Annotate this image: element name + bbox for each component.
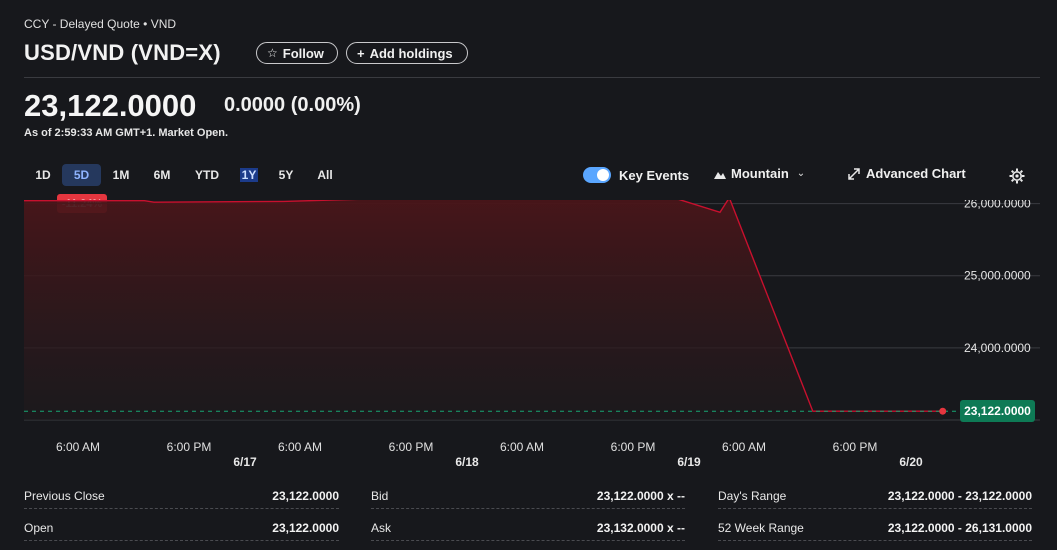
x-tick-label: 6:00 PM [389, 440, 434, 454]
advanced-chart-label: Advanced Chart [866, 166, 966, 181]
y-tick-label: 26,000.0000 [964, 200, 1031, 211]
stat-value: 23,122.0000 x -- [596, 489, 685, 503]
price-chart[interactable]: 26,000.0000 25,000.0000 24,000.0000 6:00 A… [0, 200, 1057, 472]
stat-open: Open 23,122.0000 [24, 516, 339, 541]
stat-52-week-range: 52 Week Range 23,122.0000 - 26,131.0000 [718, 516, 1032, 541]
x-date-label: 6/20 [899, 455, 923, 469]
x-tick-label: 6:00 PM [611, 440, 656, 454]
price-area [24, 200, 943, 420]
stat-label: Day's Range [718, 489, 787, 503]
last-price-label: 23,122.0000 [960, 400, 1035, 422]
stat-label: Previous Close [24, 489, 105, 503]
stat-value: 23,122.0000 - 26,131.0000 [887, 521, 1032, 535]
range-1y[interactable]: 1Y [237, 164, 261, 186]
y-tick-label: 24,000.0000 [964, 341, 1031, 355]
stat-value: 23,122.0000 [272, 521, 339, 535]
add-holdings-label: Add holdings [369, 45, 453, 61]
expand-icon [848, 167, 860, 180]
breadcrumb: CCY - Delayed Quote • VND [24, 17, 177, 31]
stat-value: 23,122.0000 - 23,122.0000 [887, 489, 1032, 503]
key-events-toggle[interactable] [583, 167, 611, 183]
mountain-icon [714, 171, 726, 179]
range-ytd[interactable]: YTD [190, 164, 224, 186]
star-icon: ☆ [267, 46, 278, 60]
stat-days-range: Day's Range 23,122.0000 - 23,122.0000 [718, 484, 1032, 509]
x-tick-label: 6:00 PM [833, 440, 878, 454]
chevron-down-icon: ⌄ [796, 168, 806, 179]
x-tick-label: 6:00 AM [722, 440, 766, 454]
stat-label: Bid [371, 489, 389, 503]
toggle-knob [597, 169, 609, 181]
stat-ask: Ask 23,132.0000 x -- [371, 516, 685, 541]
range-5d[interactable]: 5D [62, 164, 101, 186]
follow-label: Follow [282, 45, 324, 61]
x-tick-label: 6:00 AM [56, 440, 100, 454]
chart-type-label: Mountain [731, 166, 789, 181]
x-date-label: 6/19 [677, 455, 701, 469]
x-tick-label: 6:00 AM [500, 440, 544, 454]
x-date-label: 6/17 [233, 455, 257, 469]
gear-icon[interactable] [1009, 168, 1025, 184]
price-change: 0.0000 (0.00%) [224, 94, 361, 116]
range-1d[interactable]: 1D [30, 164, 56, 186]
header-divider [24, 77, 1040, 78]
range-1m[interactable]: 1M [108, 164, 134, 186]
plus-icon: + [357, 45, 365, 61]
follow-button[interactable]: ☆ Follow [256, 42, 338, 64]
range-5y[interactable]: 5Y [274, 164, 298, 186]
stat-bid: Bid 23,122.0000 x -- [371, 484, 685, 509]
stat-label: 52 Week Range [718, 521, 804, 535]
stat-value: 23,132.0000 x -- [596, 521, 685, 535]
stat-label: Open [24, 521, 54, 535]
advanced-chart-button[interactable]: Advanced Chart [848, 166, 966, 181]
current-price: 23,122.0000 [24, 88, 197, 123]
range-6m[interactable]: 6M [148, 164, 176, 186]
range-1y-label: 1Y [239, 168, 259, 182]
stat-label: Ask [371, 521, 392, 535]
x-tick-label: 6:00 PM [167, 440, 212, 454]
range-all[interactable]: All [312, 164, 338, 186]
page-title: USD/VND (VND=X) [24, 40, 221, 65]
stat-previous-close: Previous Close 23,122.0000 [24, 484, 339, 509]
chart-type-dropdown[interactable]: Mountain ⌄ [714, 166, 805, 181]
add-holdings-button[interactable]: + Add holdings [346, 42, 468, 64]
last-price-marker [939, 407, 947, 415]
key-events-label: Key Events [619, 168, 690, 183]
stat-value: 23,122.0000 [272, 489, 339, 503]
x-tick-label: 6:00 AM [278, 440, 322, 454]
quote-timestamp: As of 2:59:33 AM GMT+1. Market Open. [24, 127, 229, 139]
x-date-label: 6/18 [455, 455, 479, 469]
y-tick-label: 25,000.0000 [964, 269, 1031, 283]
